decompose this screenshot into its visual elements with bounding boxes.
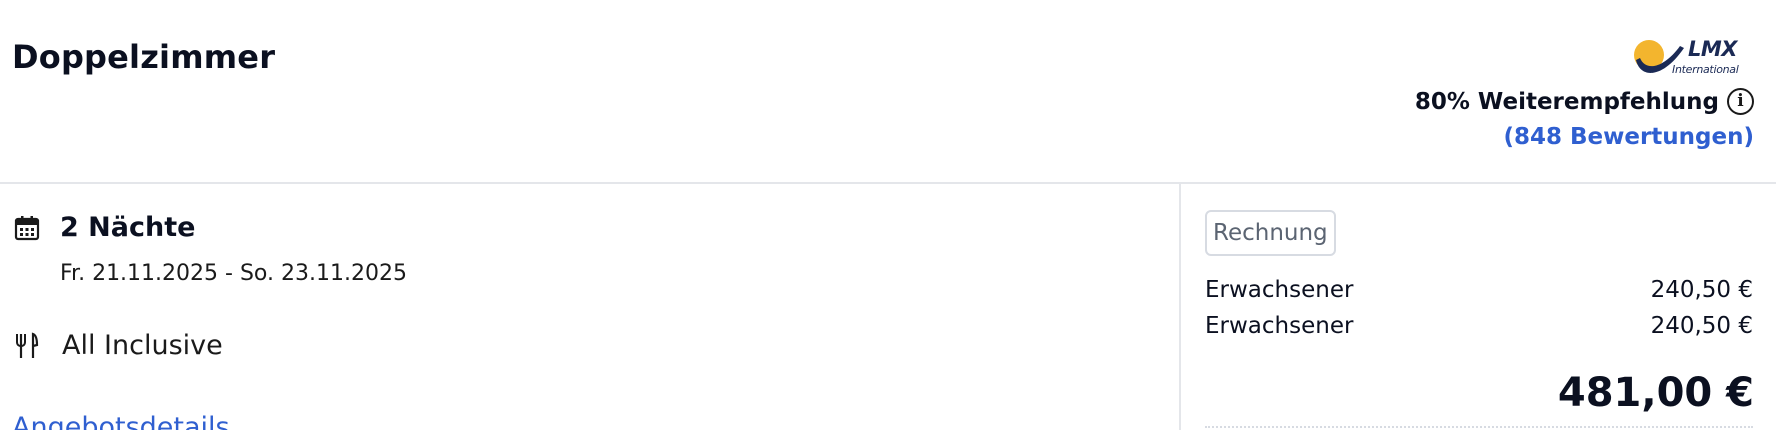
offer-header: Doppelzimmer LMX International 80% Weite… [0,0,1776,184]
nights-row: 2 Nächte [14,212,195,243]
recommendation-rate: 80% Weiterempfehlung i [1415,88,1754,115]
total-divider [1205,426,1753,428]
column-divider [1179,184,1181,430]
info-icon[interactable]: i [1727,88,1754,115]
logo-sub-text: International [1672,63,1739,76]
invoice-badge: Rechnung [1205,210,1336,256]
lmx-international-logo: LMX International [1632,34,1742,84]
line-item-price: 240,50 € [1650,277,1753,303]
board-row: All Inclusive [14,330,223,361]
total-price: 481,00 € [1557,370,1754,416]
cutlery-icon [16,331,39,358]
offer-details-link[interactable]: Angebotsdetails [12,412,230,430]
logo-brand-text: LMX [1688,37,1737,61]
room-title: Doppelzimmer [12,38,276,76]
nights-count: 2 Nächte [60,212,196,243]
board-type: All Inclusive [62,330,223,361]
reviews-link[interactable]: (848 Bewertungen) [1503,124,1754,150]
price-line-item: Erwachsener 240,50 € [1205,277,1753,303]
line-item-label: Erwachsener [1205,313,1354,339]
line-item-label: Erwachsener [1205,277,1354,303]
line-item-price: 240,50 € [1650,313,1753,339]
recommendation-label: 80% Weiterempfehlung [1414,88,1719,115]
price-line-item: Erwachsener 240,50 € [1205,313,1753,339]
calendar-icon [14,215,40,240]
travel-dates: Fr. 21.11.2025 - So. 23.11.2025 [60,261,407,286]
